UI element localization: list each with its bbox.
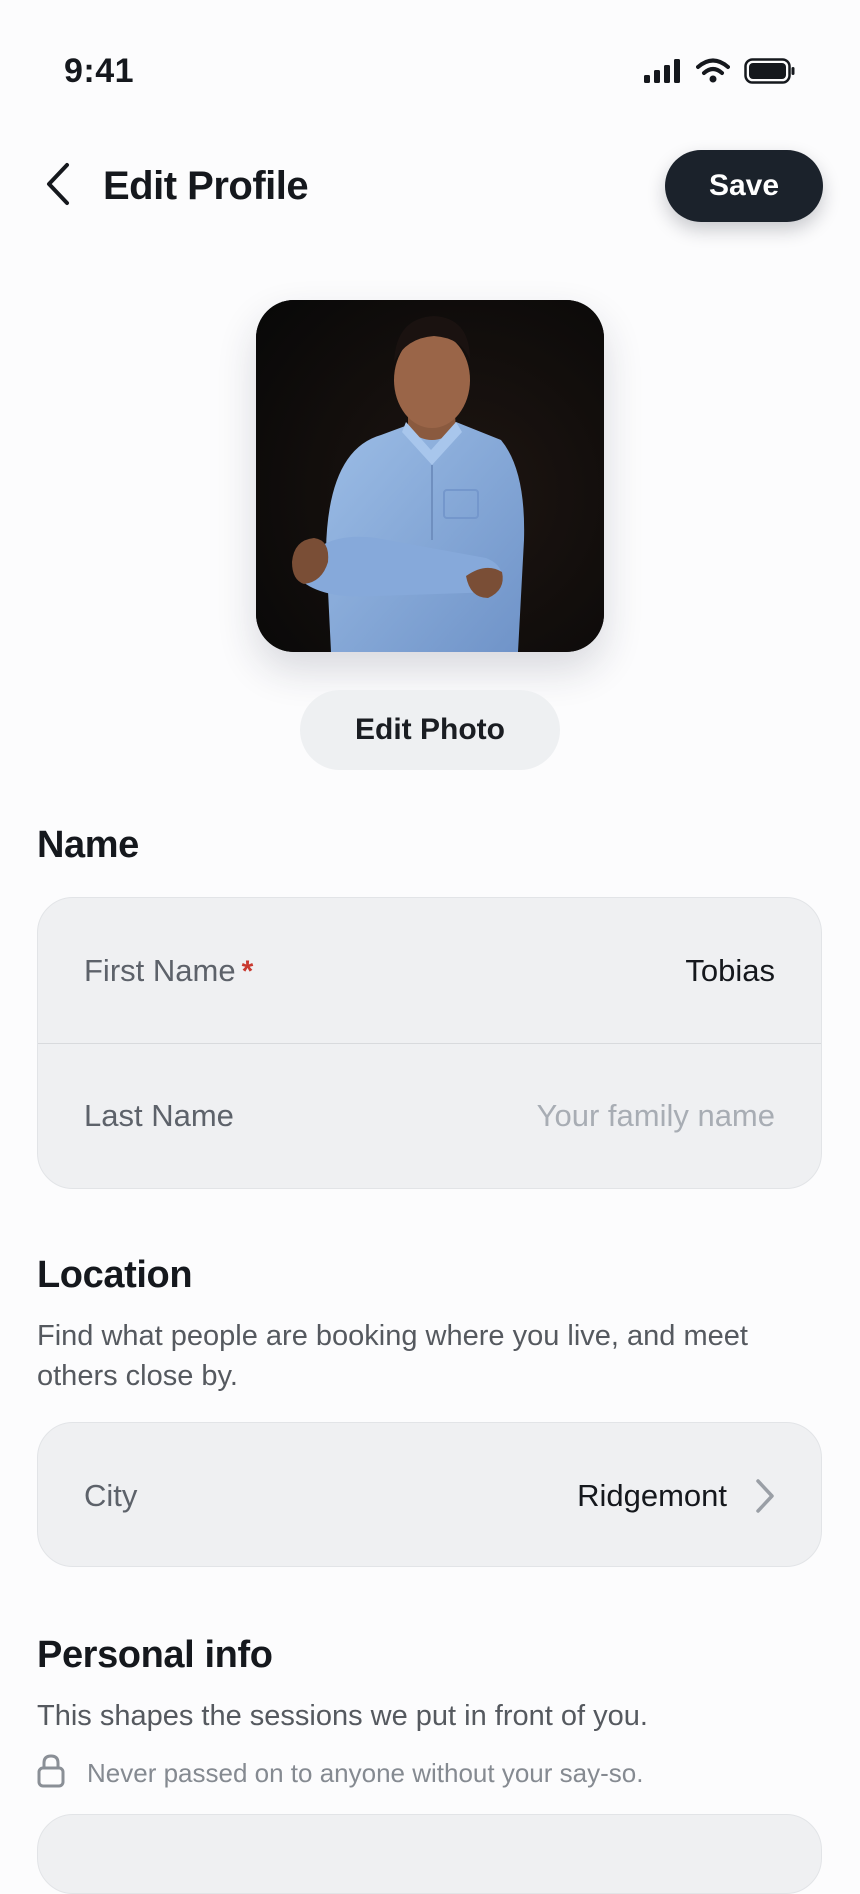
profile-photo [256,300,604,652]
city-value: Ridgemont [577,1477,727,1513]
chevron-right-icon [755,1478,775,1514]
personal-info-card [37,1814,822,1894]
required-marker: * [241,954,254,988]
last-name-row[interactable]: Last Name Your family name [38,1043,821,1188]
location-section-title: Location [37,1254,193,1296]
save-button[interactable]: Save [665,150,823,222]
avatar [256,300,604,652]
privacy-note: Never passed on to anyone without your s… [37,1754,643,1793]
privacy-note-text: Never passed on to anyone without your s… [87,1758,644,1788]
personal-description: This shapes the sessions we put in front… [37,1700,648,1732]
lock-icon [37,1754,65,1793]
city-row[interactable]: City Ridgemont [38,1423,821,1566]
first-name-field[interactable]: Tobias [685,953,775,989]
last-name-label: Last Name [84,1098,234,1133]
status-icons [644,58,796,89]
back-chevron-icon [44,162,72,211]
last-name-field[interactable]: Your family name [537,1098,775,1134]
page-title: Edit Profile [103,164,309,208]
signal-icon [644,59,682,88]
battery-icon [744,58,796,89]
status-bar: 9:41 [0,0,860,130]
name-section-title: Name [37,824,139,866]
personal-section-title: Personal info [37,1634,273,1676]
first-name-label: First Name * [84,953,253,989]
city-label: City [84,1477,138,1513]
first-name-row[interactable]: First Name * Tobias [38,898,821,1043]
wifi-icon [696,58,730,89]
edit-photo-button[interactable]: Edit Photo [300,690,560,770]
location-description: Find what people are booking where you l… [37,1320,748,1392]
status-time: 9:41 [64,52,135,90]
back-button[interactable] [36,162,80,210]
nav-header: Edit Profile Save [0,140,860,230]
location-card: City Ridgemont [37,1422,822,1567]
first-name-label-text: First Name [84,952,236,988]
name-card: First Name * Tobias Last Name Your family… [37,897,822,1189]
